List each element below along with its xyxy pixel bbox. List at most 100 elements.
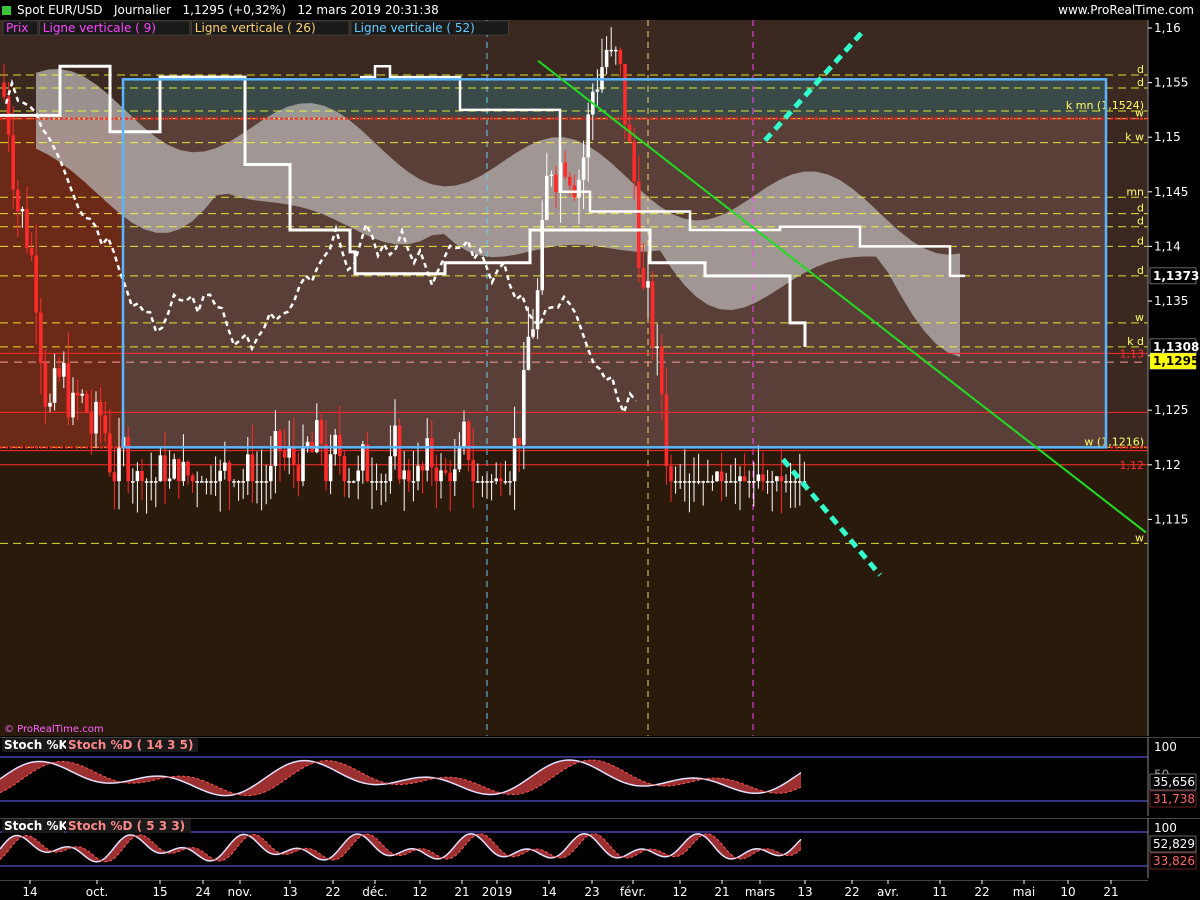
candle-body	[512, 438, 517, 482]
candle-body	[480, 481, 485, 483]
candle-body	[407, 470, 411, 482]
date-tick-label: 23	[584, 885, 599, 899]
candle-body	[683, 481, 687, 483]
candle-body	[577, 179, 581, 198]
candle-body	[430, 438, 434, 468]
candle-body	[112, 472, 117, 482]
candle-body	[471, 459, 475, 482]
price-tick-label: 1,12	[1154, 458, 1181, 472]
stoch-k-title: Stoch %K	[4, 738, 68, 752]
candle-body	[62, 362, 66, 377]
stochastic-panel-1[interactable]: Stoch %KStoch %D ( 14 3 5)1005035,65631,…	[0, 737, 1200, 816]
candle-body	[798, 481, 802, 483]
candle-body	[623, 63, 627, 125]
legend-item-label: Ligne verticale ( 26)	[195, 21, 316, 35]
candle-body	[715, 471, 719, 482]
candle-body	[563, 162, 567, 177]
level-label: w	[1135, 311, 1144, 324]
candle-body	[39, 312, 43, 363]
price-axis-bg	[1148, 20, 1200, 736]
price-badge-label: 1,1308	[1153, 340, 1199, 354]
candle-body	[255, 481, 259, 483]
candle-body	[227, 462, 232, 482]
candle-body	[356, 470, 360, 482]
date-tick-label: oct.	[86, 885, 108, 899]
candle-body	[692, 481, 696, 483]
candle-body	[660, 346, 664, 395]
candle-body	[526, 336, 531, 370]
price-badge-label: 1,1295	[1153, 354, 1199, 368]
site-link[interactable]: www.ProRealTime.com	[1058, 0, 1194, 20]
price-tick-label: 1,115	[1154, 512, 1188, 526]
date-tick-label: 11	[932, 885, 947, 899]
candle-body	[434, 467, 439, 482]
candle-body	[503, 481, 508, 483]
candle-body	[16, 189, 20, 212]
candle-body	[655, 346, 659, 349]
candle-body	[71, 392, 75, 418]
candle-body	[43, 362, 48, 407]
candle-body	[80, 393, 84, 396]
title-left: Spot EUR/USD Journalier 1,1295 (+0,32%) …	[2, 0, 439, 20]
date-tick-label: 21	[454, 885, 469, 899]
candle-body	[632, 141, 636, 182]
date-tick-label: 22	[844, 885, 859, 899]
candle-body	[85, 393, 89, 412]
watermark-label: © ProRealTime.com	[4, 724, 104, 735]
candle-body	[411, 481, 416, 483]
candle-body	[604, 49, 609, 68]
candle-body	[729, 481, 733, 483]
candle-body	[485, 481, 489, 483]
candle-body	[775, 476, 779, 482]
level-label: d	[1137, 76, 1144, 89]
level-label: k d	[1127, 335, 1144, 348]
candle-body	[149, 481, 153, 483]
candle-body	[462, 421, 466, 447]
date-tick-label: 12	[412, 885, 427, 899]
candle-body	[742, 476, 747, 482]
candle-body	[200, 481, 204, 483]
candle-body	[328, 454, 333, 482]
stoch-k-title: Stoch %K	[4, 819, 68, 833]
candle-body	[549, 174, 554, 177]
candle-body	[2, 82, 6, 97]
candle-body	[181, 461, 186, 482]
legend-item-label: Ligne verticale ( 9)	[43, 21, 156, 35]
price-chart[interactable]: ddk mn (1,1524)wk wmnddddwk dw (1,1216)w…	[0, 20, 1200, 736]
candle-body	[618, 49, 623, 64]
candle-body	[131, 481, 135, 483]
candle-body	[75, 392, 80, 396]
candle-body	[416, 465, 420, 482]
candle-body	[236, 481, 241, 483]
candle-body	[439, 470, 443, 482]
candle-body	[779, 476, 784, 482]
date-tick-label: 2019	[482, 885, 513, 899]
candle-body	[154, 481, 158, 483]
candle-body	[669, 466, 673, 482]
date-axis: 14 oct. 15 24 nov. 13 22 déc. 12 21 2019 14 23 févr. 1…	[0, 880, 1200, 900]
candle-body	[177, 459, 181, 482]
candle-body	[784, 481, 788, 483]
legend: Prix Ligne verticale ( 9) Ligne verticale …	[2, 20, 509, 36]
candle-body	[232, 481, 236, 483]
candle-body	[499, 478, 503, 482]
candle-body	[388, 456, 393, 482]
candle-body	[738, 476, 742, 482]
candle-body	[204, 481, 209, 483]
candle-body	[11, 134, 15, 190]
price-red-label: 1,12	[1120, 459, 1145, 472]
title-bar: Spot EUR/USD Journalier 1,1295 (+0,32%) …	[0, 0, 1200, 20]
candle-body	[706, 481, 710, 483]
candle-body	[397, 425, 402, 480]
instrument-status-icon	[2, 6, 11, 15]
date-tick-label: 10	[1060, 885, 1075, 899]
datetime-label: 12 mars 2019 20:31:38	[297, 3, 439, 17]
price-tick-label: 1,145	[1154, 185, 1188, 199]
candle-body	[98, 401, 103, 416]
price-red-label: 1,13	[1120, 347, 1145, 360]
stoch-top-label: 100	[1154, 821, 1177, 835]
instrument-name: Spot EUR/USD	[17, 3, 103, 17]
lower-zone-shade	[0, 447, 1148, 736]
candle-body	[581, 157, 586, 180]
stochastic-panel-2[interactable]: Stoch %K Stoch %D ( 5 3 3) 100 52,829 33,826	[0, 818, 1200, 878]
